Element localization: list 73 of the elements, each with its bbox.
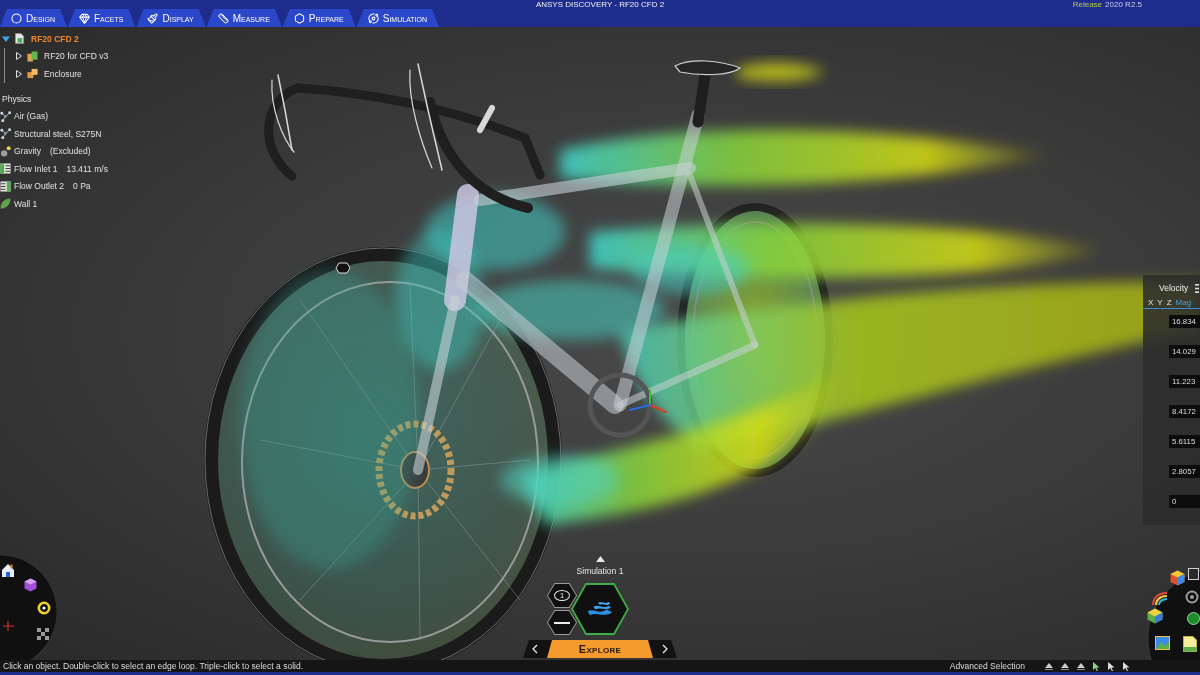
release-version: 2020 R2.5 xyxy=(1105,0,1142,9)
up-arrow-icon[interactable] xyxy=(1077,662,1085,670)
up-arrow-icon[interactable] xyxy=(1045,662,1053,670)
section-heading: Physics xyxy=(1,92,33,106)
document-icon xyxy=(14,33,25,45)
component-tab[interactable]: X xyxy=(1148,297,1154,308)
mode-button[interactable]: Explore xyxy=(547,640,653,658)
axis-triad-icon xyxy=(629,389,667,413)
block-icon xyxy=(27,50,38,62)
leaf-icon xyxy=(0,198,11,210)
collapse-button[interactable] xyxy=(547,610,577,635)
circle-icon xyxy=(11,12,22,24)
brush-icon xyxy=(147,12,159,24)
physics-value: 0 Pa xyxy=(73,181,91,192)
chevron-right-icon xyxy=(662,644,668,654)
component-tab[interactable]: Mag xyxy=(1175,297,1192,308)
physics-value: 13.411 m/s xyxy=(66,163,108,174)
physics-item[interactable]: Gravity xyxy=(14,146,41,157)
physics-value: (Excluded) xyxy=(49,146,91,157)
ribbon-tab[interactable]: Measure xyxy=(206,9,282,27)
axes-icon[interactable] xyxy=(1,620,15,632)
point-marker-icon xyxy=(335,262,351,274)
ruler-icon xyxy=(217,12,229,24)
up-arrow-icon[interactable] xyxy=(1061,662,1069,670)
window-title: ANSYS DISCOVERY - RF20 CFD 2 xyxy=(535,0,665,9)
tree-item[interactable]: Enclosure xyxy=(44,68,82,79)
chevron-left-icon xyxy=(532,644,538,654)
wave-icon xyxy=(587,601,613,617)
ribbon-tab[interactable]: Facets xyxy=(68,9,136,27)
ring-icon[interactable] xyxy=(37,601,51,615)
ribbon-tab[interactable]: Prepare xyxy=(282,9,356,27)
caret-icon[interactable] xyxy=(15,69,23,78)
physics-item[interactable]: Wall 1 xyxy=(14,198,38,209)
minus-icon xyxy=(554,621,570,624)
component-tab[interactable]: Y xyxy=(1157,297,1163,308)
home-icon[interactable] xyxy=(1,563,15,578)
ribbon-tab[interactable]: Design xyxy=(0,9,67,27)
simulation-name: Simulation 1 xyxy=(576,566,624,577)
selection-mode[interactable]: Advanced Selection xyxy=(949,661,1025,671)
release-label: Release xyxy=(1072,0,1103,9)
physics-item[interactable]: Structural steel, S275N xyxy=(14,128,102,139)
weight-icon xyxy=(0,145,11,157)
simulation-button[interactable] xyxy=(571,583,629,635)
tree-item[interactable]: RF20 for CFD v3 xyxy=(44,51,109,62)
circle-icon[interactable] xyxy=(1185,590,1199,604)
molecule-icon xyxy=(0,128,11,140)
menu-icon[interactable] xyxy=(1195,283,1199,293)
outlet-icon xyxy=(0,180,11,192)
legend-title: Velocity xyxy=(1159,283,1189,293)
boxes-icon xyxy=(27,68,38,80)
ribbon-tab[interactable]: Simulation xyxy=(356,9,439,27)
physics-item[interactable]: Flow Inlet 1 xyxy=(14,163,58,174)
physics-item[interactable]: Flow Outlet 2 xyxy=(14,181,65,192)
note-icon[interactable] xyxy=(1183,636,1197,652)
tree-item[interactable]: RF20 CFD 2 xyxy=(31,33,79,44)
square-icon[interactable] xyxy=(1188,568,1199,580)
orbit-icon xyxy=(367,12,379,24)
ribbon-tab[interactable]: Display xyxy=(136,9,206,27)
inlet-icon xyxy=(0,163,11,175)
caret-icon[interactable] xyxy=(2,34,10,43)
arcs-icon[interactable] xyxy=(1152,592,1168,606)
component-tab[interactable]: Z xyxy=(1166,297,1172,308)
checker-icon[interactable] xyxy=(37,628,49,640)
expand-up-icon[interactable] xyxy=(595,556,605,562)
cube-icon[interactable] xyxy=(1170,570,1185,586)
cube-icon[interactable] xyxy=(1147,608,1163,624)
physics-item[interactable]: Air (Gas) xyxy=(14,111,48,122)
cube-icon[interactable] xyxy=(24,578,37,592)
gem-icon xyxy=(79,12,90,24)
status-hint: Click an object. Double-click to select an edge loop. Triple-click to select a solid. xyxy=(3,661,303,671)
hexagon-icon xyxy=(293,12,305,24)
molecule-icon xyxy=(0,110,11,122)
caret-icon[interactable] xyxy=(15,52,23,61)
